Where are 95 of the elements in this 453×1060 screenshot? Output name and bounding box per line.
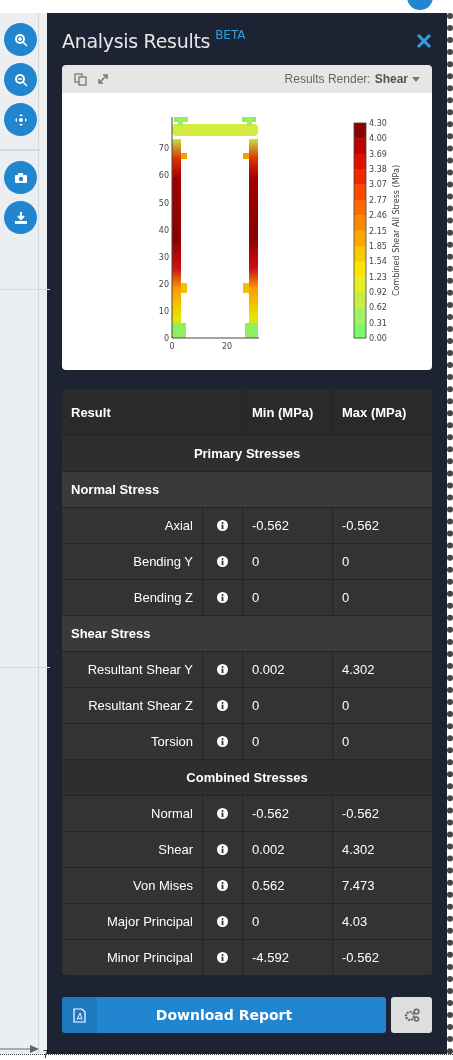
scale-tick-label: 1.85 xyxy=(369,241,387,251)
scale-tick-label: 0.92 xyxy=(369,287,387,297)
info-icon[interactable] xyxy=(217,520,228,531)
info-icon[interactable] xyxy=(217,880,228,891)
max-value-cell: -0.562 xyxy=(332,796,432,831)
render-dropdown[interactable]: Results Render: Shear xyxy=(284,72,420,86)
info-icon[interactable] xyxy=(217,592,228,603)
scale-tick-label: 2.15 xyxy=(369,226,387,236)
info-icon[interactable] xyxy=(217,736,228,747)
min-value-cell: 0 xyxy=(242,688,332,723)
scale-tick-label: 3.38 xyxy=(369,165,387,175)
result-label: Axial xyxy=(163,517,194,535)
info-icon[interactable] xyxy=(217,556,228,567)
info-icon[interactable] xyxy=(217,664,228,675)
camera-button[interactable] xyxy=(4,161,37,194)
result-label: Bending Y xyxy=(132,553,194,571)
result-label: Von Mises xyxy=(132,877,194,895)
scale-tick-label: 2.77 xyxy=(369,195,387,205)
zoom-out-button[interactable] xyxy=(4,63,37,96)
axis-tick-label: 20 xyxy=(158,279,169,289)
scale-tick-label: 0.00 xyxy=(369,334,387,343)
result-label: Resultant Shear Z xyxy=(87,697,194,715)
gears-icon xyxy=(403,1008,420,1022)
info-icon[interactable] xyxy=(217,808,228,819)
scale-tick-label: 4.30 xyxy=(369,119,387,128)
scale-tick-label: 0.62 xyxy=(369,303,387,313)
scale-axis-label: Combined Shear All Stress (MPa) xyxy=(392,164,401,297)
result-label: Minor Principal xyxy=(106,949,194,967)
pan-button[interactable] xyxy=(4,103,37,136)
expand-icon[interactable] xyxy=(97,73,109,85)
info-icon[interactable] xyxy=(217,700,228,711)
column-header: Result xyxy=(70,403,112,422)
caret-icon xyxy=(412,76,420,82)
settings-button[interactable] xyxy=(391,997,432,1033)
axis-tick-label: 70 xyxy=(158,144,169,154)
result-label: Bending Z xyxy=(132,589,194,607)
download-button[interactable] xyxy=(4,201,37,234)
axis-tick-label: 0 xyxy=(169,342,175,351)
scale-tick-label: 2.46 xyxy=(369,211,387,221)
min-value-cell: -0.562 xyxy=(242,796,332,831)
zoom-in-button[interactable] xyxy=(4,23,37,56)
axis-tick-label: 0 xyxy=(163,334,169,343)
max-value-cell: 0 xyxy=(332,688,432,723)
min-value-cell: 0.002 xyxy=(242,832,332,867)
max-value-cell: -0.562 xyxy=(332,508,432,543)
copy-icon[interactable] xyxy=(74,72,87,86)
axis-tick-label: 50 xyxy=(158,198,169,208)
beta-label: BETA xyxy=(215,28,246,42)
result-label: Resultant Shear Y xyxy=(86,661,194,679)
panel-title: Analysis Results xyxy=(62,30,211,52)
download-icon xyxy=(13,210,28,225)
close-icon xyxy=(416,33,432,49)
max-value-cell: -0.562 xyxy=(332,940,432,975)
pan-icon xyxy=(13,112,28,127)
group-heading: Shear Stress xyxy=(70,625,152,643)
scale-tick-label: 0.31 xyxy=(369,318,387,328)
max-value-cell: 0 xyxy=(332,544,432,579)
min-value-cell: -0.562 xyxy=(242,508,332,543)
scale-tick-label: 3.69 xyxy=(369,149,387,159)
axis-tick-label: 7 xyxy=(43,1050,49,1060)
min-value-cell: 0 xyxy=(242,544,332,579)
axis-tick-label: 40 xyxy=(158,225,169,235)
info-icon[interactable] xyxy=(217,916,228,927)
axis-tick-label: 10 xyxy=(158,306,169,316)
download-report-button[interactable]: Download Report xyxy=(62,997,386,1033)
camera-icon xyxy=(13,170,28,185)
min-value-cell: 0.562 xyxy=(242,868,332,903)
axis-tick-label: 60 xyxy=(158,171,169,181)
min-value-cell: -4.592 xyxy=(242,940,332,975)
result-label: Shear xyxy=(157,841,194,859)
zoom-out-icon xyxy=(13,72,28,87)
scale-tick-label: 4.00 xyxy=(369,134,387,144)
info-icon[interactable] xyxy=(217,952,228,963)
section-heading: Primary Stresses xyxy=(192,445,302,463)
max-value-cell: 4.302 xyxy=(332,652,432,687)
max-value-cell: 4.03 xyxy=(332,904,432,939)
section-heading: Combined Stresses xyxy=(185,769,309,787)
result-label: Normal xyxy=(150,805,194,823)
result-label: Torsion xyxy=(150,733,194,751)
result-label: Major Principal xyxy=(106,913,194,931)
scale-tick-label: 1.54 xyxy=(369,257,387,267)
info-icon[interactable] xyxy=(217,844,228,855)
pdf-file-icon xyxy=(73,1007,86,1023)
scale-tick-label: 3.07 xyxy=(369,180,387,190)
group-heading: Normal Stress xyxy=(70,481,161,499)
axis-arrow-icon xyxy=(0,1044,40,1054)
scale-tick-label: 1.23 xyxy=(369,272,387,282)
axis-tick-label: 30 xyxy=(158,252,169,262)
min-value-cell: 0 xyxy=(242,904,332,939)
min-value-cell: 0.002 xyxy=(242,652,332,687)
close-button[interactable] xyxy=(416,33,432,49)
axis-tick-label: 20 xyxy=(221,342,233,351)
zoom-in-icon xyxy=(13,32,28,47)
max-value-cell: 7.473 xyxy=(332,868,432,903)
max-value-cell: 4.302 xyxy=(332,832,432,867)
